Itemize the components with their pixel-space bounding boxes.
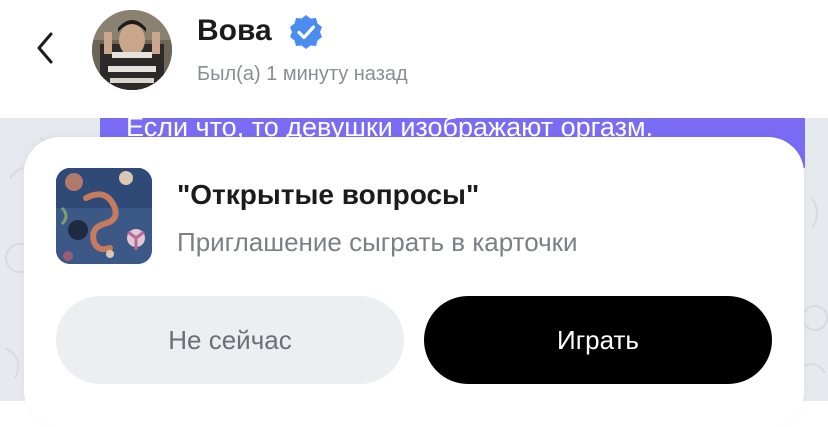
not-now-button[interactable]: Не сейчас	[56, 296, 404, 384]
contact-name[interactable]: Вова	[197, 12, 272, 50]
last-seen-status: Был(а) 1 минуту назад	[197, 63, 408, 85]
game-invite-sheet: "Открытые вопросы" Приглашение сыграть в…	[24, 137, 804, 427]
chevron-left-icon	[37, 32, 53, 64]
play-button[interactable]: Играть	[424, 296, 772, 384]
chat-header: Вова Был(а) 1 минуту назад	[0, 0, 828, 118]
verified-badge-icon	[287, 13, 325, 51]
avatar[interactable]	[92, 10, 172, 90]
game-invite-subtitle: Приглашение сыграть в карточки	[177, 227, 578, 257]
game-title: "Открытые вопросы"	[177, 179, 480, 210]
back-button[interactable]	[30, 28, 60, 68]
game-thumbnail	[56, 168, 152, 264]
